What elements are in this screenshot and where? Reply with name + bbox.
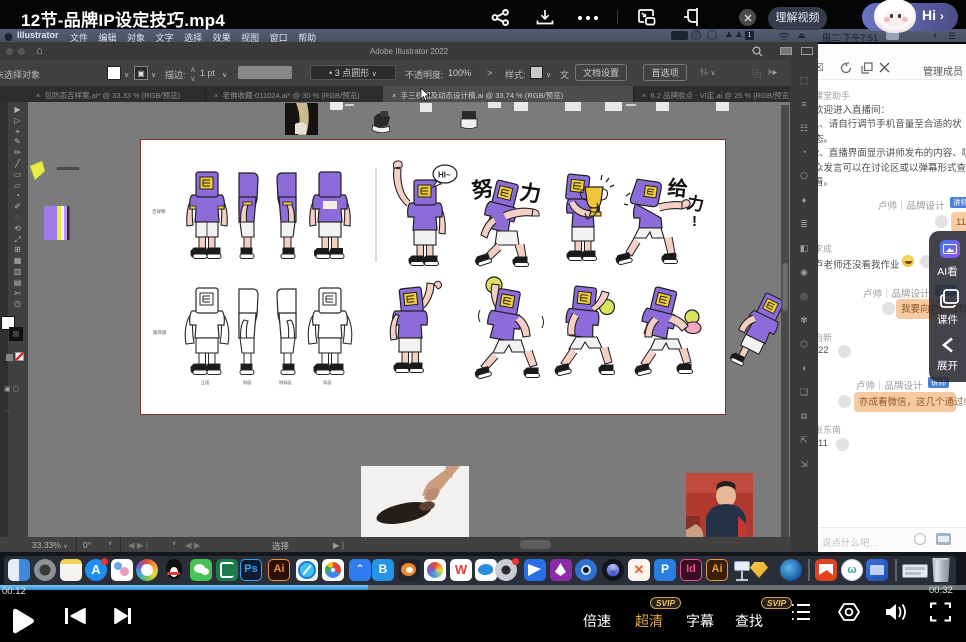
svg-text:侧斜面: 侧斜面 <box>279 379 292 386</box>
svg-text:力: 力 <box>518 181 542 207</box>
svg-text:吉祥物: 吉祥物 <box>152 208 166 215</box>
svg-text:HI~: HI~ <box>438 171 451 180</box>
svg-text:努: 努 <box>470 176 494 203</box>
svg-text:服饰版: 服饰版 <box>153 329 167 336</box>
svg-text:背面: 背面 <box>323 379 331 386</box>
svg-text:!: ! <box>692 213 697 230</box>
svg-text:给: 给 <box>666 175 688 201</box>
svg-text:侧面: 侧面 <box>243 379 251 386</box>
